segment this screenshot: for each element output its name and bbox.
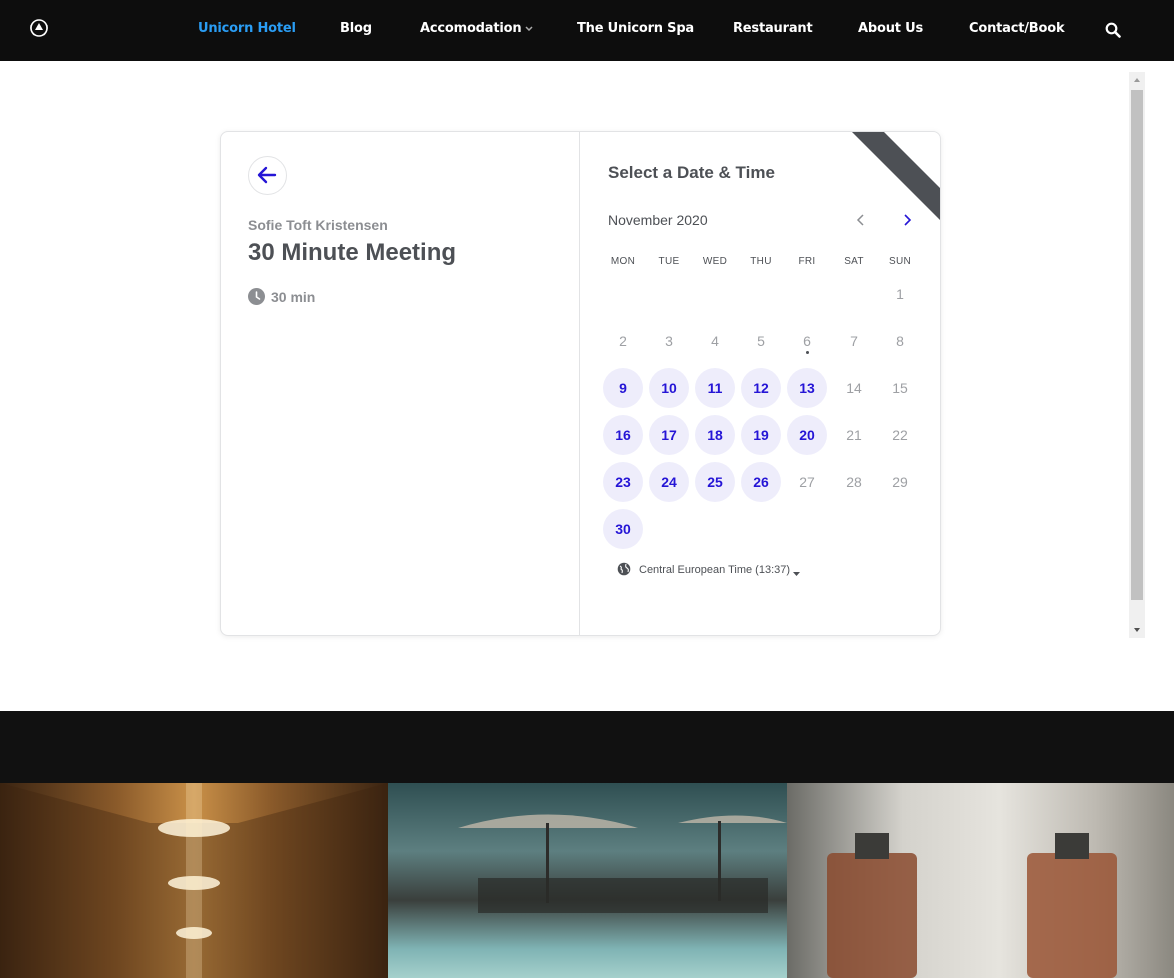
globe-icon	[617, 562, 631, 576]
select-date-heading: Select a Date & Time	[608, 163, 775, 182]
weekday-label: MON	[610, 256, 636, 267]
duration-label: 30 min	[271, 289, 316, 305]
back-button[interactable]	[248, 156, 287, 195]
calendar-day-available[interactable]: 19	[741, 415, 781, 455]
panel-divider	[579, 132, 580, 635]
arrow-left-icon	[257, 166, 277, 184]
scroll-thumb[interactable]	[1131, 90, 1143, 600]
embed-scrollbar[interactable]	[1129, 72, 1145, 638]
calendar-day-unavailable: 2	[619, 333, 627, 349]
calendar-day-unavailable: 21	[846, 427, 862, 443]
ribbon-powered-by: POWERED BY	[933, 131, 941, 160]
scroll-down-arrow-icon[interactable]	[1129, 622, 1145, 638]
calendar-day-available[interactable]: 23	[603, 462, 643, 502]
calendar-day-available[interactable]: 30	[603, 509, 643, 549]
weekday-label: FRI	[798, 256, 816, 267]
ribbon-brand: Calendly	[923, 133, 941, 171]
calendar-day-available[interactable]: 26	[741, 462, 781, 502]
hotel-corridor-photo	[0, 783, 388, 978]
event-duration: 30 min	[248, 288, 315, 305]
clock-icon	[248, 288, 265, 305]
calendar-day-available[interactable]: 18	[695, 415, 735, 455]
calendar-day-available[interactable]: 25	[695, 462, 735, 502]
nav-item-blog[interactable]: Blog	[340, 21, 372, 36]
nav-item-restaurant[interactable]: Restaurant	[733, 21, 813, 36]
calendar-day-available[interactable]: 24	[649, 462, 689, 502]
nav-item-about-us[interactable]: About Us	[858, 21, 923, 36]
prev-month-button[interactable]	[854, 212, 868, 228]
top-navigation: Unicorn Hotel Blog Accomodation The Unic…	[0, 0, 1174, 61]
calendar-day-available[interactable]: 11	[695, 368, 735, 408]
calendar-day-available[interactable]: 13	[787, 368, 827, 408]
unicorn-crest-icon[interactable]	[28, 17, 50, 39]
calendar-day-available[interactable]: 9	[603, 368, 643, 408]
calendar-day-unavailable: 3	[665, 333, 673, 349]
weekday-label: SUN	[888, 256, 911, 267]
search-icon[interactable]	[1105, 22, 1121, 38]
calendar-day-available[interactable]: 10	[649, 368, 689, 408]
nav-item-unicorn-hotel[interactable]: Unicorn Hotel	[198, 21, 296, 36]
booking-widget: Sofie Toft Kristensen 30 Minute Meeting …	[220, 131, 941, 636]
timezone-label: Central European Time (13:37)	[639, 564, 791, 576]
nav-item-accomodation[interactable]: Accomodation	[420, 21, 533, 36]
month-label: November 2020	[608, 212, 708, 228]
footer-band	[0, 711, 1174, 783]
calendar-day-unavailable: 27	[799, 474, 815, 490]
host-name: Sofie Toft Kristensen	[248, 217, 388, 233]
pool-terrace-photo	[388, 783, 787, 978]
today-indicator	[806, 351, 809, 354]
calendar-day-available[interactable]: 20	[787, 415, 827, 455]
event-title: 30 Minute Meeting	[248, 239, 457, 266]
timezone-selector[interactable]: Central European Time (13:37)	[617, 562, 808, 576]
caret-down-icon	[793, 572, 801, 576]
weekday-label: THU	[750, 256, 772, 267]
calendar-day-unavailable: 7	[850, 333, 858, 349]
next-month-button[interactable]	[900, 212, 914, 228]
weekday-label: SAT	[844, 256, 864, 267]
calendar-day-unavailable: 6	[803, 333, 811, 349]
nav-item-accomodation-label: Accomodation	[420, 21, 522, 36]
nav-item-spa[interactable]: The Unicorn Spa	[577, 21, 694, 36]
calendar-day-unavailable: 22	[892, 427, 908, 443]
scroll-up-arrow-icon[interactable]	[1129, 72, 1145, 88]
calendar-day-unavailable: 8	[896, 333, 904, 349]
calendar-day-unavailable: 14	[846, 380, 862, 396]
weekday-label: TUE	[658, 256, 680, 267]
calendar-day-available[interactable]: 12	[741, 368, 781, 408]
calendar-day-unavailable: 28	[846, 474, 862, 490]
calendar-day-unavailable: 1	[896, 286, 904, 302]
chevron-down-icon	[525, 26, 533, 31]
calendar-day-unavailable: 5	[757, 333, 765, 349]
spa-bottles-photo	[787, 783, 1174, 978]
calendar-day-available[interactable]: 17	[649, 415, 689, 455]
nav-item-contact-book[interactable]: Contact/Book	[969, 21, 1065, 36]
calendar-day-unavailable: 15	[892, 380, 908, 396]
calendar-day-available[interactable]: 16	[603, 415, 643, 455]
weekday-label: WED	[702, 256, 728, 267]
calendar-day-unavailable: 4	[711, 333, 719, 349]
calendar-day-unavailable: 29	[892, 474, 908, 490]
